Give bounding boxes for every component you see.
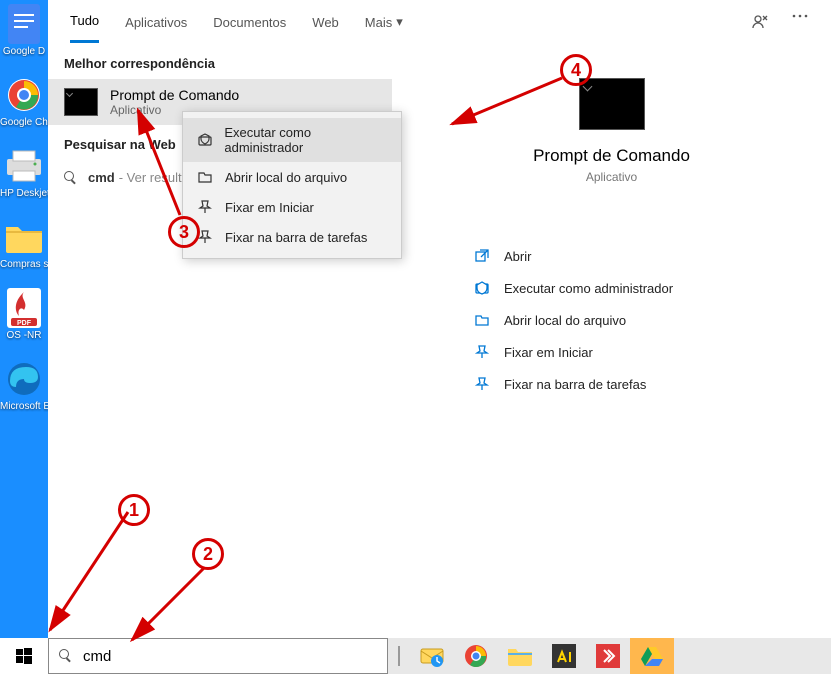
start-button[interactable] xyxy=(0,638,48,674)
ctx-label: Fixar em Iniciar xyxy=(225,200,314,215)
details-title: Prompt de Comando xyxy=(392,146,831,166)
ctx-open-location[interactable]: Abrir local do arquivo xyxy=(183,162,401,192)
pin-start-icon xyxy=(197,199,213,215)
svg-text:PDF: PDF xyxy=(17,320,32,327)
desktop-icon-label: Compras suprime xyxy=(0,259,48,270)
search-panel: Tudo Aplicativos Documentos Web Mais ▾ Me… xyxy=(48,0,831,638)
taskbar-icon-sticky[interactable] xyxy=(542,638,586,674)
tab-mais[interactable]: Mais ▾ xyxy=(365,2,403,42)
web-result-query: cmd xyxy=(88,170,115,185)
taskbar-icon-outlook[interactable] xyxy=(410,638,454,674)
search-icon xyxy=(59,649,73,663)
action-open[interactable]: Abrir xyxy=(474,240,831,272)
windows-icon xyxy=(16,648,32,664)
best-match-title: Prompt de Comando xyxy=(110,87,239,103)
admin-icon xyxy=(474,280,490,296)
desktop-icon-printer[interactable]: HP Deskjet 2540 se xyxy=(0,146,48,199)
feedback-icon[interactable] xyxy=(751,13,769,31)
desktop-icon-google-docs[interactable]: Google D xyxy=(0,4,48,57)
ctx-label: Abrir local do arquivo xyxy=(225,170,347,185)
tab-web[interactable]: Web xyxy=(312,3,339,42)
desktop-icon-label: Google D xyxy=(0,46,48,57)
details-pane: Prompt de Comando Aplicativo Abrir Execu… xyxy=(392,44,831,400)
chevron-down-icon: ▾ xyxy=(396,14,403,30)
action-label: Abrir local do arquivo xyxy=(504,313,626,328)
action-label: Executar como administrador xyxy=(504,281,673,296)
taskbar-search-input[interactable] xyxy=(83,648,377,665)
folder-open-icon xyxy=(474,312,490,328)
admin-icon xyxy=(197,132,212,148)
action-label: Abrir xyxy=(504,249,531,264)
pin-start-icon xyxy=(474,344,490,360)
ctx-pin-start[interactable]: Fixar em Iniciar xyxy=(183,192,401,222)
best-match-label: Melhor correspondência xyxy=(48,44,392,79)
printer-icon xyxy=(4,146,44,186)
cmd-icon xyxy=(64,88,98,116)
action-pin-taskbar[interactable]: Fixar na barra de tarefas xyxy=(474,368,831,400)
context-menu: Executar como administrador Abrir local … xyxy=(182,111,402,259)
search-tabs: Tudo Aplicativos Documentos Web Mais ▾ xyxy=(48,0,831,44)
taskbar xyxy=(0,638,831,674)
cmd-icon-large xyxy=(579,78,645,130)
action-pin-start[interactable]: Fixar em Iniciar xyxy=(474,336,831,368)
desktop-icon-label: HP Deskjet 2540 se xyxy=(0,188,48,199)
action-run-admin[interactable]: Executar como administrador xyxy=(474,272,831,304)
taskbar-pinned-apps xyxy=(410,638,674,674)
action-label: Fixar na barra de tarefas xyxy=(504,377,646,392)
taskbar-icon-anydesk[interactable] xyxy=(586,638,630,674)
taskbar-icon-chrome[interactable] xyxy=(454,638,498,674)
ctx-label: Executar como administrador xyxy=(224,125,387,155)
edge-icon xyxy=(4,359,44,399)
open-icon xyxy=(474,248,490,264)
ctx-pin-taskbar[interactable]: Fixar na barra de tarefas xyxy=(183,222,401,252)
desktop-icons: Google D Google Chrome HP Deskjet 2540 s… xyxy=(0,0,48,412)
folder-icon xyxy=(4,217,44,257)
more-icon[interactable] xyxy=(791,13,809,31)
pin-taskbar-icon xyxy=(197,229,213,245)
pdf-icon: PDF xyxy=(4,288,44,328)
taskbar-separator xyxy=(398,646,400,666)
action-label: Fixar em Iniciar xyxy=(504,345,593,360)
search-icon xyxy=(64,171,78,185)
desktop-icon-folder[interactable]: Compras suprime xyxy=(0,217,48,270)
ctx-run-admin[interactable]: Executar como administrador xyxy=(183,118,401,162)
desktop-icon-chrome[interactable]: Google Chrome xyxy=(0,75,48,128)
taskbar-search-box[interactable] xyxy=(48,638,388,674)
details-actions: Abrir Executar como administrador Abrir … xyxy=(392,240,831,400)
pin-taskbar-icon xyxy=(474,376,490,392)
tab-documentos[interactable]: Documentos xyxy=(213,3,286,42)
desktop-icon-label: OS -NR xyxy=(0,330,48,341)
docs-icon xyxy=(4,4,44,44)
desktop-icon-label: Microsoft Edge xyxy=(0,401,48,412)
details-subtitle: Aplicativo xyxy=(392,170,831,184)
action-open-location[interactable]: Abrir local do arquivo xyxy=(474,304,831,336)
taskbar-icon-explorer[interactable] xyxy=(498,638,542,674)
folder-open-icon xyxy=(197,169,213,185)
tab-aplicativos[interactable]: Aplicativos xyxy=(125,3,187,42)
desktop-icon-pdf[interactable]: PDF OS -NR xyxy=(0,288,48,341)
taskbar-icon-drive[interactable] xyxy=(630,638,674,674)
desktop-icon-edge[interactable]: Microsoft Edge xyxy=(0,359,48,412)
chrome-icon xyxy=(4,75,44,115)
tab-tudo[interactable]: Tudo xyxy=(70,1,99,43)
tab-mais-label: Mais xyxy=(365,15,392,30)
ctx-label: Fixar na barra de tarefas xyxy=(225,230,367,245)
desktop-icon-label: Google Chrome xyxy=(0,117,48,128)
